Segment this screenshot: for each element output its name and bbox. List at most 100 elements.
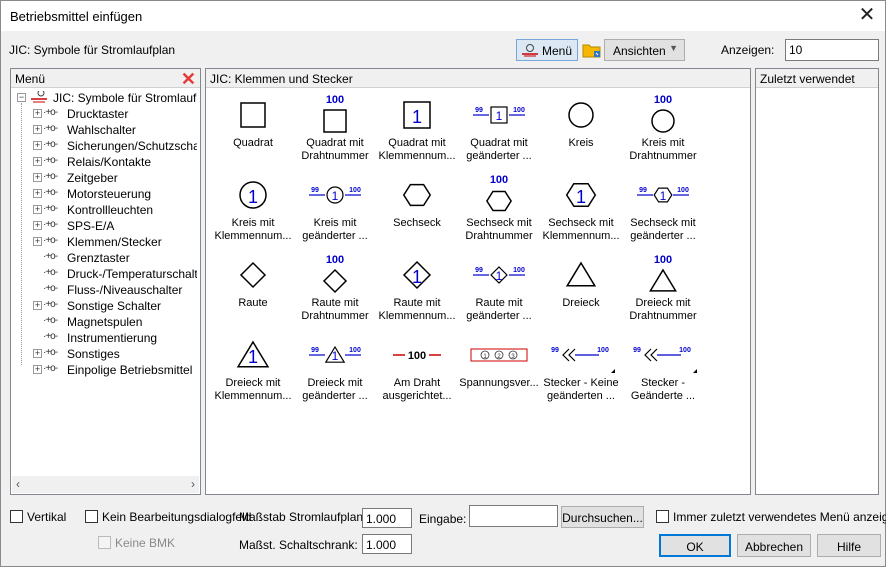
expand-icon[interactable]: +	[33, 157, 42, 166]
symbol-tile[interactable]: 1 Sechseck mit Klemmennum...	[541, 173, 621, 249]
expand-icon[interactable]: +	[33, 205, 42, 214]
expand-icon[interactable]: +	[33, 301, 42, 310]
contact-icon: ·+o-	[43, 203, 58, 214]
symbol-tile[interactable]: Sechseck	[377, 173, 457, 249]
symbol-caption-line2: geänderter ...	[466, 310, 532, 322]
contact-icon: ·+o-	[43, 315, 58, 326]
triangle-symbol-icon	[565, 261, 597, 287]
symbol-tile[interactable]: 1 Raute mit Klemmennum...	[377, 253, 457, 329]
symbol-caption: Raute mit geänderter ...	[459, 297, 539, 323]
symbol-grid: Quadrat 100 Quadrat mit Drahtnummer 1 Quadrat…	[209, 91, 749, 491]
symbols-panel-title: JIC: Klemmen und Stecker	[210, 72, 353, 86]
scroll-left-icon[interactable]: ‹	[16, 477, 20, 491]
no-edit-dialog-label: Kein Bearbeitungsdialogfeld	[102, 510, 252, 524]
tree-item-label: Relais/Kontakte	[67, 155, 152, 169]
svg-text:1: 1	[248, 187, 258, 207]
square-symbol-icon	[240, 102, 266, 128]
hex-symbol-icon: 100	[486, 174, 512, 212]
help-button[interactable]: Hilfe	[817, 534, 881, 557]
symbol-caption: Dreieck mit Drahtnummer	[623, 297, 703, 323]
symbol-caption: Dreieck mit geänderter ...	[295, 377, 375, 403]
expand-icon[interactable]: +	[33, 237, 42, 246]
menu-button[interactable]: Menü	[516, 39, 578, 61]
expand-icon[interactable]: +	[33, 109, 42, 118]
symbol-tile[interactable]: 99 100 1 Dreieck mit geänderter ...	[295, 333, 375, 409]
symbol-caption-line2: ausgerichtet...	[382, 390, 452, 402]
svg-text:99: 99	[551, 347, 559, 354]
hex-symbol-icon: 1	[565, 182, 597, 208]
delete-icon[interactable]: ✕	[181, 70, 196, 88]
diamond-symbol-icon: 100	[322, 254, 348, 294]
symbol-tile[interactable]: 100 Dreieck mit Drahtnummer	[623, 253, 703, 329]
symbol-tile[interactable]: 1 Kreis mit Klemmennum...	[213, 173, 293, 249]
symbol-caption-line2: Drahtnummer	[301, 150, 369, 162]
scale-schematic-label: Maßstab Stromlaufplan:	[239, 510, 367, 524]
expand-icon[interactable]: +	[33, 349, 42, 358]
ok-button[interactable]: OK	[659, 534, 731, 557]
menu-button-label: Menü	[542, 44, 573, 58]
contact-icon: ·+o-	[43, 251, 58, 262]
symbol-caption-line1: Sechseck	[393, 217, 441, 229]
symbol-caption: Quadrat	[213, 137, 293, 150]
scale-cabinet-input[interactable]: 1.000	[362, 534, 412, 554]
folder-button[interactable]	[581, 39, 603, 61]
symbol-caption-line2: Geänderte ...	[630, 390, 696, 402]
collapse-icon[interactable]: −	[17, 93, 26, 102]
tree-root-label: JIC: Symbole für Stromlaufplan	[53, 91, 197, 105]
symbol-tile[interactable]: 99 100 1 Sechseck mit geänderter ...	[623, 173, 703, 249]
diamond-symbol-icon	[239, 261, 267, 289]
symbol-tile[interactable]: 99 100 Stecker - Geänderte ...	[623, 333, 703, 409]
symbol-tile[interactable]: 100 Sechseck mit Drahtnummer	[459, 173, 539, 249]
symbol-tile[interactable]: Kreis	[541, 93, 621, 169]
symbol-tile[interactable]: 99 100 1 Raute mit geänderter ...	[459, 253, 539, 329]
symbol-caption-line1: Stecker -	[640, 377, 685, 389]
vertical-checkbox[interactable]	[10, 510, 23, 523]
symbol-tile[interactable]: 100 Kreis mit Drahtnummer	[623, 93, 703, 169]
no-edit-dialog-checkbox[interactable]	[85, 510, 98, 523]
symbol-tile[interactable]: 99 100 1 Kreis mit geänderter ...	[295, 173, 375, 249]
browse-button[interactable]: Durchsuchen...	[561, 506, 644, 528]
tree-item-label: Kontrollleuchten	[67, 203, 154, 217]
symbol-caption-line1: Kreis mit	[313, 217, 357, 229]
expand-icon[interactable]: +	[33, 173, 42, 182]
cancel-button[interactable]: Abbrechen	[737, 534, 811, 557]
svg-text:100: 100	[326, 94, 344, 106]
symbol-tile[interactable]: 100 Quadrat mit Drahtnummer	[295, 93, 375, 169]
symbol-tile[interactable]: 1 Quadrat mit Klemmennum...	[377, 93, 457, 169]
symbols-panel: JIC: Klemmen und Stecker Quadrat 100 Quadr…	[205, 68, 751, 495]
circle-symbol-icon: 99 100 1	[309, 186, 361, 204]
scroll-right-icon[interactable]: ›	[191, 477, 195, 491]
symbol-tile[interactable]: 100 Raute mit Drahtnummer	[295, 253, 375, 329]
symbol-tile[interactable]: Dreieck	[541, 253, 621, 329]
symbol-tile[interactable]: 99 100 1 Quadrat mit geänderter ...	[459, 93, 539, 169]
expand-icon[interactable]: +	[33, 141, 42, 150]
svg-text:100: 100	[597, 347, 609, 354]
symbol-tile[interactable]: 1 Dreieck mit Klemmennum...	[213, 333, 293, 409]
expand-icon[interactable]: +	[33, 189, 42, 198]
close-icon[interactable]: ✕	[855, 4, 879, 28]
expand-icon[interactable]: +	[33, 125, 42, 134]
symbol-caption-line1: Kreis	[568, 137, 594, 149]
block-input[interactable]	[469, 505, 558, 527]
recent-panel-title: Zuletzt verwendet	[760, 72, 855, 86]
tree-item-label: Sicherungen/Schutzschalt	[67, 139, 197, 153]
display-count-input[interactable]: 10	[785, 39, 879, 61]
strip-symbol-icon: 1 2 3	[470, 348, 528, 362]
menu-horizontal-scrollbar[interactable]: ‹ ›	[12, 476, 199, 493]
symbol-caption-line1: Spannungsver...	[459, 377, 539, 389]
symbol-tile[interactable]: Raute	[213, 253, 293, 329]
symbol-tile[interactable]: 100 Am Draht ausgerichtet...	[377, 333, 457, 409]
always-recent-checkbox[interactable]	[656, 510, 669, 523]
scale-schematic-input[interactable]: 1.000	[362, 508, 412, 528]
symbol-caption-line1: Sechseck mit	[466, 217, 532, 229]
svg-text:99: 99	[475, 267, 483, 274]
views-dropdown[interactable]: Ansichten ▼	[604, 39, 685, 61]
expand-icon[interactable]: +	[33, 365, 42, 374]
triangle-symbol-icon: 100	[649, 254, 677, 292]
symbol-tile[interactable]: 99 100 Stecker - Keine geänderten ...	[541, 333, 621, 409]
no-bmk-checkbox	[98, 536, 111, 549]
symbol-tile[interactable]: 1 2 3 Spannungsver...	[459, 333, 539, 409]
expand-icon[interactable]: +	[33, 221, 42, 230]
symbol-tile[interactable]: Quadrat	[213, 93, 293, 169]
symbol-caption: Sechseck	[377, 217, 457, 230]
